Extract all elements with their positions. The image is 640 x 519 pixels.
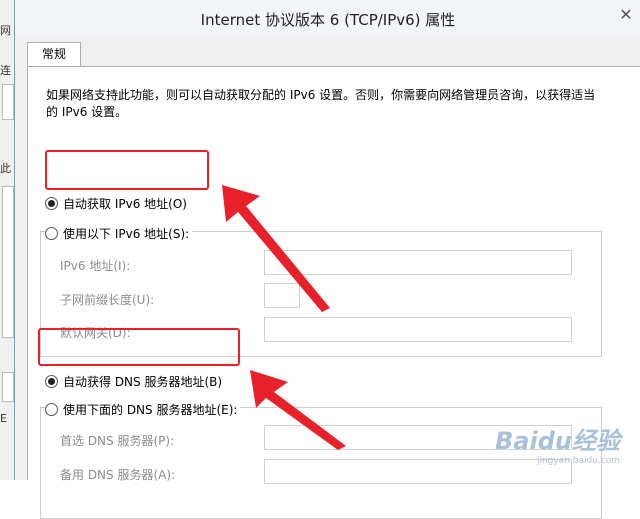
watermark-brand: Baidu经验 <box>495 427 620 455</box>
default-gateway-label: 默认网关(D): <box>60 326 131 340</box>
baidu-jingyan-watermark: Baidu经验 jingyan.baidu.com <box>495 421 620 466</box>
background-window-field <box>2 84 14 120</box>
alternate-dns-label: 备用 DNS 服务器(A): <box>60 468 176 482</box>
dialog-content: 常规 如果网络支持此功能，则可以自动获取分配的 IPv6 设置。否则，你需要向网… <box>15 36 640 519</box>
title-bar[interactable]: Internet 协议版本 6 (TCP/IPv6) 属性 ✕ <box>15 0 640 37</box>
radio-button-unchecked[interactable] <box>45 403 58 416</box>
ipv6-address-input[interactable] <box>264 250 572 275</box>
radio-manual-dns[interactable]: 使用下面的 DNS 服务器地址(E): <box>45 401 241 418</box>
preferred-dns-label: 首选 DNS 服务器(P): <box>60 434 175 448</box>
background-window: 网 连 此 E <box>0 0 15 480</box>
background-window-text: E <box>0 412 7 425</box>
ipv6-address-label: IPv6 地址(I): <box>60 259 131 273</box>
radio-button-checked[interactable] <box>45 197 58 210</box>
background-window-field <box>2 372 14 402</box>
radio-auto-ipv6[interactable]: 自动获取 IPv6 地址(O) <box>45 195 187 212</box>
subnet-prefix-label: 子网前缀长度(U): <box>60 293 155 307</box>
radio-manual-dns-label: 使用下面的 DNS 服务器地址(E): <box>63 403 238 417</box>
default-gateway-input[interactable] <box>264 317 572 342</box>
background-window-text: 网 <box>0 24 11 37</box>
radio-auto-ipv6-label: 自动获取 IPv6 地址(O) <box>63 197 187 211</box>
general-tab-panel: 如果网络支持此功能，则可以自动获取分配的 IPv6 设置。否则，你需要向网络管理… <box>27 66 640 519</box>
radio-auto-dns-label: 自动获得 DNS 服务器地址(B) <box>63 375 223 389</box>
radio-button-checked[interactable] <box>45 375 58 388</box>
close-icon[interactable]: ✕ <box>611 0 640 30</box>
radio-button-unchecked[interactable] <box>45 227 58 240</box>
dialog-title: Internet 协议版本 6 (TCP/IPv6) 属性 <box>200 11 456 29</box>
radio-manual-ipv6-label: 使用以下 IPv6 地址(S): <box>63 227 190 241</box>
ipv6-properties-dialog: Internet 协议版本 6 (TCP/IPv6) 属性 ✕ 常规 如果网络支… <box>14 0 640 519</box>
radio-manual-ipv6[interactable]: 使用以下 IPv6 地址(S): <box>45 225 193 242</box>
background-window-text: 连 <box>0 64 11 77</box>
background-window-list <box>2 186 14 338</box>
description-text: 如果网络支持此功能，则可以自动获取分配的 IPv6 设置。否则，你需要向网络管理… <box>46 88 596 119</box>
subnet-prefix-input[interactable] <box>264 283 300 308</box>
radio-auto-dns[interactable]: 自动获得 DNS 服务器地址(B) <box>45 373 222 390</box>
tab-general[interactable]: 常规 <box>27 42 81 66</box>
watermark-url: jingyan.baidu.com <box>536 456 620 466</box>
background-window-text: 此 <box>0 162 11 175</box>
